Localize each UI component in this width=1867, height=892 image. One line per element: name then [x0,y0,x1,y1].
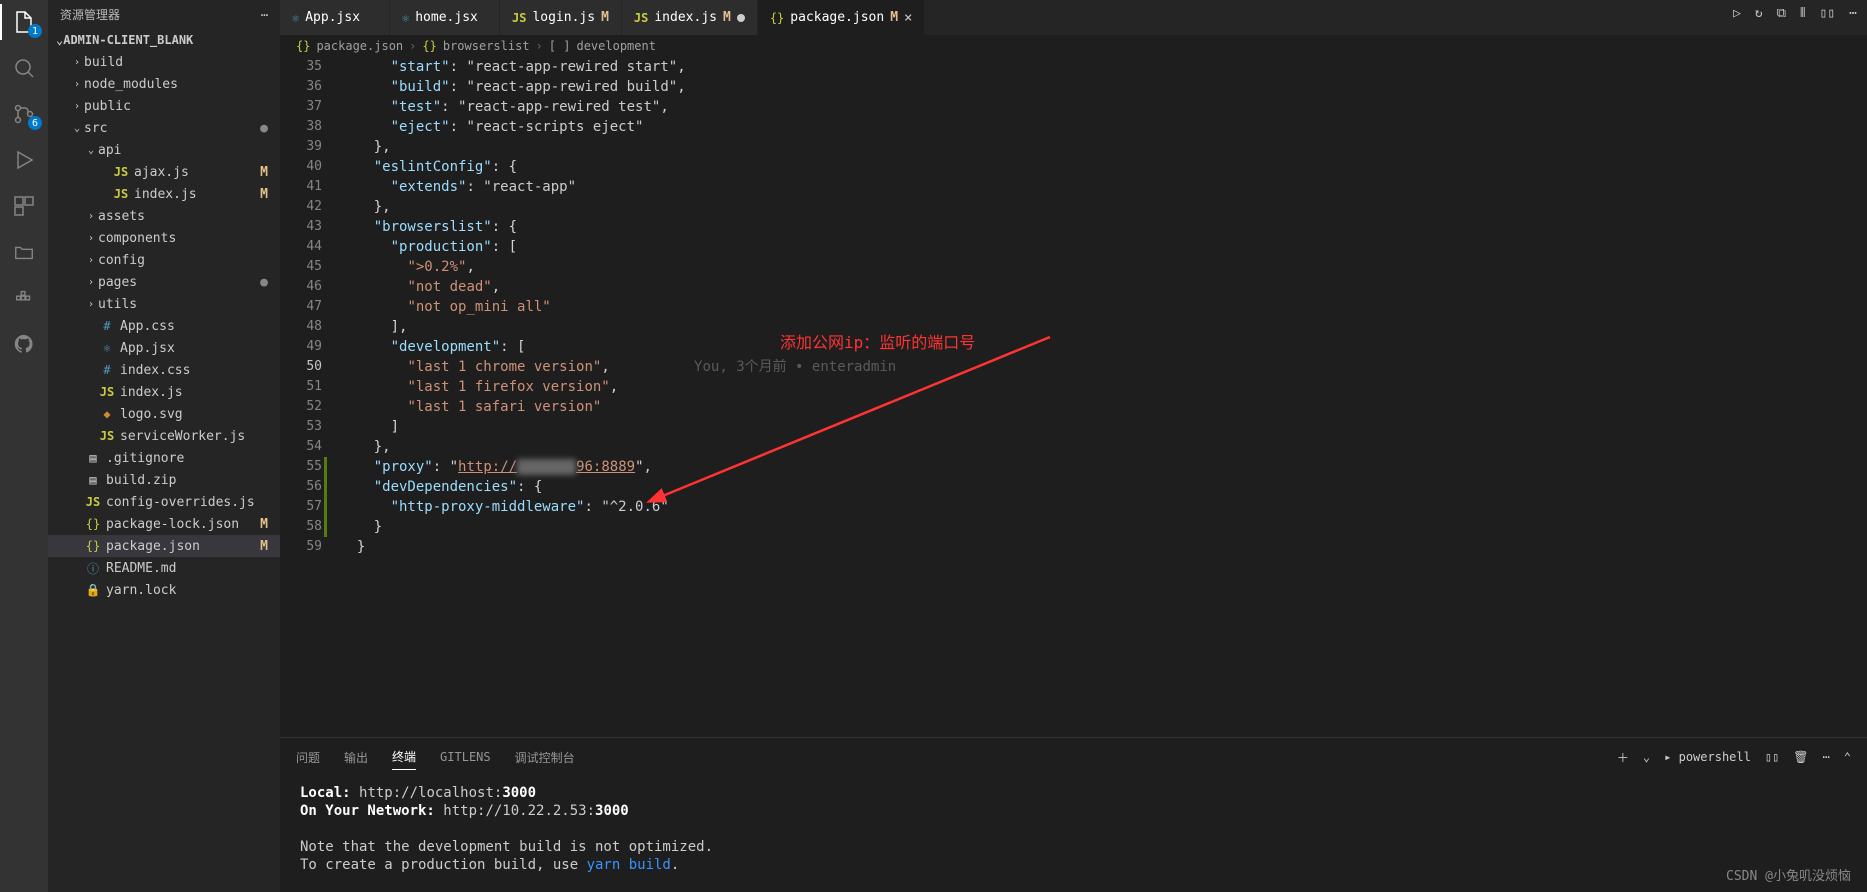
sidebar-title: 资源管理器 [60,6,120,23]
file-item[interactable]: ⚛App.jsx [48,337,280,359]
file-tree: ›build›node_modules›public⌄src●⌄apiJSaja… [48,51,280,892]
file-item[interactable]: {}package.jsonM [48,535,280,557]
timeline-icon[interactable]: ⧉ [1777,6,1786,21]
folder-item[interactable]: ›build [48,51,280,73]
file-item[interactable]: JSserviceWorker.js [48,425,280,447]
folder-item[interactable]: ›public [48,95,280,117]
line-gutter: 3536373839404142434445464748495051525354… [280,57,340,737]
new-terminal-icon[interactable]: ＋ [1617,749,1629,766]
folder-item[interactable]: ›assets [48,205,280,227]
compare-icon[interactable]: ⫴ [1800,6,1805,21]
tab-problems[interactable]: 问题 [296,745,320,770]
extensions-icon[interactable] [10,192,38,220]
explorer-icon[interactable]: 1 [10,8,38,36]
editor-tab[interactable]: {}package.json M× [758,0,926,35]
folder-item[interactable]: ›config [48,249,280,271]
github-icon[interactable] [10,330,38,358]
git-gutter-indicator [324,457,327,537]
file-item[interactable]: ▤build.zip [48,469,280,491]
maximize-panel-icon[interactable]: ⌃ [1844,750,1851,764]
activity-bar: 1 6 [0,0,48,892]
terminal-dropdown-icon[interactable]: ⌄ [1643,750,1650,764]
tab-debug[interactable]: 调试控制台 [515,745,575,770]
editor[interactable]: 3536373839404142434445464748495051525354… [280,57,1867,737]
docker-icon[interactable] [10,284,38,312]
tab-output[interactable]: 输出 [344,745,368,770]
file-item[interactable]: ◆logo.svg [48,403,280,425]
kill-terminal-icon[interactable]: 🗑 [1793,750,1808,764]
project-name: ADMIN-CLIENT_BLANK [63,33,193,47]
bottom-panel: 问题 输出 终端 GITLENS 调试控制台 ＋ ⌄ ▸ powershell … [280,737,1867,892]
file-item[interactable]: JSconfig-overrides.js [48,491,280,513]
json-icon: {} [296,39,310,53]
editor-tab[interactable]: JSindex.js M [622,0,758,35]
files-icon[interactable] [10,238,38,266]
file-item[interactable]: #index.css [48,359,280,381]
file-item[interactable]: 🔒yarn.lock [48,579,280,601]
sidebar-header: 资源管理器 ⋯ [48,0,280,29]
panel-more-icon[interactable]: ⋯ [1823,750,1830,764]
json-icon: {} [422,39,436,53]
source-control-icon[interactable]: 6 [10,100,38,128]
run-debug-icon[interactable] [10,146,38,174]
file-item[interactable]: {}package-lock.jsonM [48,513,280,535]
editor-top-actions: ▷ ↻ ⧉ ⫴ ▯▯ ⋯ [1733,6,1857,21]
editor-tab[interactable]: JSlogin.js M [500,0,622,35]
project-header[interactable]: ⌄ ADMIN-CLIENT_BLANK [48,29,280,51]
terminal-output[interactable]: Local: http://localhost:3000 On Your Net… [280,776,1867,892]
breadcrumb[interactable]: {} package.json › {} browserslist › [ ] … [280,35,1867,57]
code-content[interactable]: "start": "react-app-rewired start", "bui… [340,57,1787,737]
more-icon[interactable]: ⋯ [1849,6,1857,21]
sidebar: 资源管理器 ⋯ ⌄ ADMIN-CLIENT_BLANK ›build›node… [48,0,280,892]
folder-item[interactable]: ›node_modules [48,73,280,95]
file-item[interactable]: JSindex.jsM [48,183,280,205]
breadcrumb-key[interactable]: browserslist [443,39,530,53]
sidebar-more-icon[interactable]: ⋯ [261,8,268,22]
split-terminal-icon[interactable]: ▯▯ [1765,750,1779,764]
folder-item[interactable]: ›pages● [48,271,280,293]
editor-tab[interactable]: ⚛home.jsx [390,0,500,35]
folder-item[interactable]: ⌄src● [48,117,280,139]
breadcrumb-key[interactable]: development [576,39,655,53]
shell-indicator[interactable]: ▸ powershell [1664,750,1751,764]
chevron-down-icon: ⌄ [56,33,63,47]
file-item[interactable]: ⓘREADME.md [48,557,280,579]
run-icon[interactable]: ▷ [1733,6,1741,21]
tab-bar: ⚛App.jsx⚛home.jsxJSlogin.js MJSindex.js … [280,0,1867,35]
tab-terminal[interactable]: 终端 [392,744,416,770]
editor-tab[interactable]: ⚛App.jsx [280,0,390,35]
watermark: CSDN @小兔叽没烦恼 [1726,865,1851,884]
minimap[interactable] [1787,57,1867,737]
array-icon: [ ] [549,39,571,53]
file-item[interactable]: ▤.gitignore [48,447,280,469]
folder-item[interactable]: ›components [48,227,280,249]
explorer-badge: 1 [28,24,42,38]
file-item[interactable]: JSajax.jsM [48,161,280,183]
breadcrumb-file[interactable]: package.json [316,39,403,53]
history-icon[interactable]: ↻ [1755,6,1763,21]
editor-area: ⚛App.jsx⚛home.jsxJSlogin.js MJSindex.js … [280,0,1867,892]
folder-item[interactable]: ⌄api [48,139,280,161]
scm-badge: 6 [28,116,42,130]
search-icon[interactable] [10,54,38,82]
split-icon[interactable]: ▯▯ [1820,6,1836,21]
file-item[interactable]: #App.css [48,315,280,337]
panel-tabs: 问题 输出 终端 GITLENS 调试控制台 ＋ ⌄ ▸ powershell … [280,738,1867,776]
folder-item[interactable]: ›utils [48,293,280,315]
tab-gitlens[interactable]: GITLENS [440,746,491,768]
file-item[interactable]: JSindex.js [48,381,280,403]
